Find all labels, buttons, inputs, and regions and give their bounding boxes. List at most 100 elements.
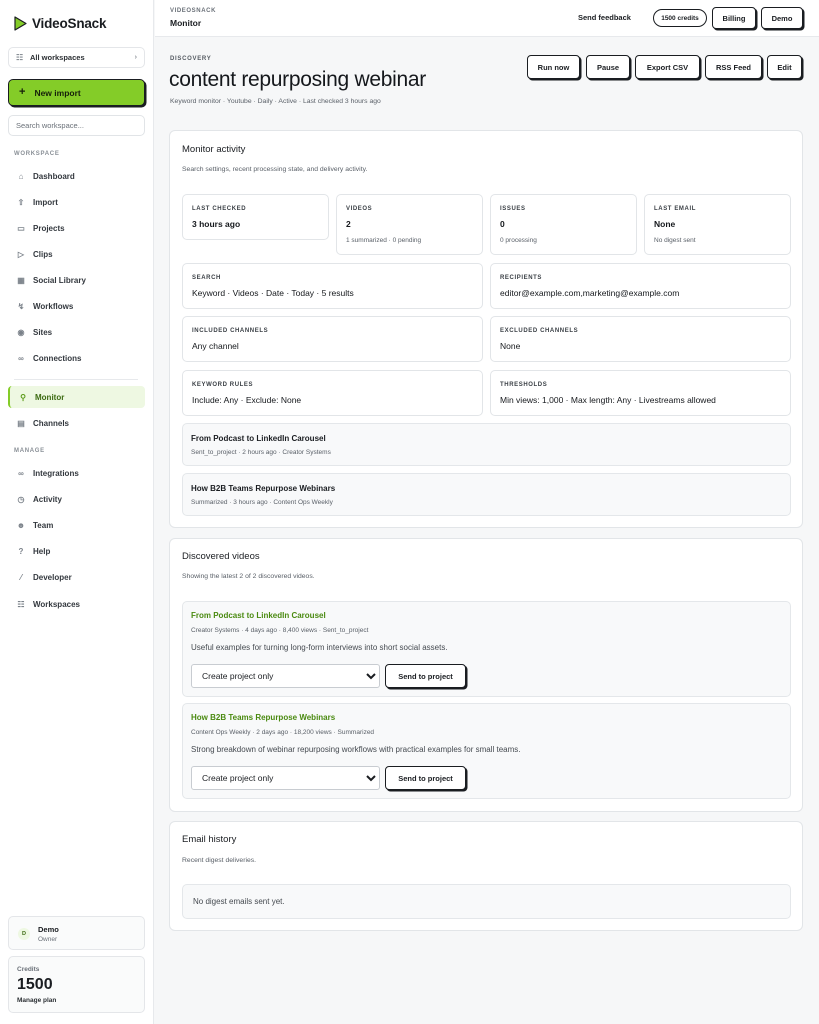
help-icon: ? xyxy=(18,547,24,557)
globe-icon: ◉ xyxy=(17,327,25,337)
sidebar: VideoSnack ☷ All workspaces › + New impo… xyxy=(0,0,154,1024)
new-import-button[interactable]: + New import xyxy=(8,79,145,106)
project-action-select[interactable]: Create project only xyxy=(191,766,380,790)
user-menu-button[interactable]: Demo xyxy=(761,7,803,29)
panel-title: Discovered videos xyxy=(182,551,260,562)
stat-label: ISSUES xyxy=(500,206,526,212)
panel-title: Email history xyxy=(182,834,237,845)
video-card: How B2B Teams Repurpose Webinars Content… xyxy=(182,703,791,799)
recent-activity-title: How B2B Teams Repurpose Webinars xyxy=(191,484,336,493)
section-workspace-label: WORKSPACE xyxy=(14,151,60,157)
detail-label: INCLUDED CHANNELS xyxy=(192,328,269,334)
stat-issues: ISSUES 0 0 processing xyxy=(490,194,637,255)
upload-icon: ⇧ xyxy=(17,197,25,207)
detail-label: THRESHOLDS xyxy=(500,382,548,388)
recent-activity-item[interactable]: How B2B Teams Repurpose Webinars Summari… xyxy=(182,473,791,516)
detail-excluded-channels: EXCLUDED CHANNELS None xyxy=(490,316,791,362)
project-action-select[interactable]: Create project only xyxy=(191,664,380,688)
stat-last-email: LAST EMAIL None No digest sent xyxy=(644,194,791,255)
sidebar-item-developer[interactable]: ⁄ Developer xyxy=(8,567,145,589)
sidebar-item-clips[interactable]: ▷ Clips xyxy=(8,243,145,265)
sidebar-item-label: Activity xyxy=(33,494,62,504)
detail-recipients: RECIPIENTS editor@example.com,marketing@… xyxy=(490,263,791,309)
sidebar-item-label: Monitor xyxy=(35,392,65,402)
detail-search: SEARCH Keyword · Videos · Date · Today ·… xyxy=(182,263,483,309)
sidebar-item-label: Sites xyxy=(33,327,53,337)
stat-label: LAST CHECKED xyxy=(192,206,247,212)
empty-state: No digest emails sent yet. xyxy=(182,884,791,919)
stat-meta: No digest sent xyxy=(654,237,696,244)
video-title-link[interactable]: How B2B Teams Repurpose Webinars xyxy=(191,713,335,722)
stat-videos: VIDEOS 2 1 summarized · 0 pending xyxy=(336,194,483,255)
video-icon: ▷ xyxy=(17,249,25,259)
detail-label: EXCLUDED CHANNELS xyxy=(500,328,579,334)
run-now-button[interactable]: Run now xyxy=(527,55,580,79)
stat-meta: 1 summarized · 0 pending xyxy=(346,237,422,244)
user-card[interactable]: D Demo Owner xyxy=(8,916,145,950)
recent-activity-item[interactable]: From Podcast to LinkedIn Carousel Sent_t… xyxy=(182,423,791,466)
detail-label: KEYWORD RULES xyxy=(192,382,254,388)
sidebar-item-label: Team xyxy=(33,520,54,530)
link-icon: ∞ xyxy=(18,468,24,478)
sidebar-item-help[interactable]: ? Help xyxy=(8,541,145,563)
sidebar-item-dashboard[interactable]: ⌂ Dashboard xyxy=(8,165,145,187)
sidebar-item-label: Integrations xyxy=(33,468,79,478)
sidebar-item-label: Clips xyxy=(33,249,53,259)
sidebar-item-integrations[interactable]: ∞ Integrations xyxy=(8,462,145,484)
grid-icon: ▦ xyxy=(17,275,25,285)
sidebar-item-label: Social Library xyxy=(33,275,86,285)
detail-value: Min views: 1,000 · Max length: Any · Liv… xyxy=(500,395,716,405)
export-csv-button[interactable]: Export CSV xyxy=(635,55,700,79)
workspace-select[interactable]: ☷ All workspaces › xyxy=(8,47,145,68)
stat-label: LAST EMAIL xyxy=(654,206,696,212)
sidebar-item-label: Dashboard xyxy=(33,171,75,181)
empty-state-text: No digest emails sent yet. xyxy=(193,897,285,906)
sidebar-item-workspaces[interactable]: ☷ Workspaces xyxy=(8,593,145,615)
video-description: Useful examples for turning long-form in… xyxy=(191,643,448,652)
home-icon: ⌂ xyxy=(18,171,24,181)
monitor-activity-panel: Monitor activity Search settings, recent… xyxy=(169,130,803,528)
search-icon: ⚲ xyxy=(20,392,26,402)
manage-plan-link[interactable]: Manage plan xyxy=(17,997,56,1004)
detail-value: Any channel xyxy=(192,341,239,351)
edit-button[interactable]: Edit xyxy=(767,55,802,79)
send-feedback-link[interactable]: Send feedback xyxy=(578,13,631,22)
detail-label: RECIPIENTS xyxy=(500,275,543,281)
sidebar-item-social-library[interactable]: ▦ Social Library xyxy=(8,269,145,291)
sidebar-item-activity[interactable]: ◷ Activity xyxy=(8,488,145,510)
rss-feed-button[interactable]: RSS Feed xyxy=(705,55,762,79)
credits-pill: 1500 credits xyxy=(653,9,707,27)
sidebar-item-connections[interactable]: ∞ Connections xyxy=(8,347,145,369)
sidebar-item-monitor[interactable]: ⚲ Monitor xyxy=(8,386,145,408)
video-meta: Creator Systems · 4 days ago · 8,400 vie… xyxy=(191,627,369,634)
stat-value: 3 hours ago xyxy=(192,219,241,229)
sidebar-item-sites[interactable]: ◉ Sites xyxy=(8,321,145,343)
panel-subtitle: Search settings, recent processing state… xyxy=(182,166,368,173)
video-meta: Content Ops Weekly · 2 days ago · 18,200… xyxy=(191,729,375,736)
video-description: Strong breakdown of webinar repurposing … xyxy=(191,745,521,754)
logo-icon xyxy=(14,15,27,31)
video-title-link[interactable]: From Podcast to LinkedIn Carousel xyxy=(191,611,326,620)
detail-keyword-rules: KEYWORD RULES Include: Any · Exclude: No… xyxy=(182,370,483,416)
sidebar-item-team[interactable]: ☻ Team xyxy=(8,514,145,536)
video-card: From Podcast to LinkedIn Carousel Creato… xyxy=(182,601,791,697)
app-logo[interactable]: VideoSnack xyxy=(14,14,106,32)
discovered-videos-panel: Discovered videos Showing the latest 2 o… xyxy=(169,538,803,812)
recent-activity-meta: Sent_to_project · 2 hours ago · Creator … xyxy=(191,449,331,456)
user-role: Owner xyxy=(38,936,58,943)
workspace-search-input[interactable] xyxy=(8,115,145,136)
send-to-project-button[interactable]: Send to project xyxy=(385,766,466,790)
chart-icon: ▤ xyxy=(17,418,25,428)
breadcrumb-app: VIDEOSNACK xyxy=(170,8,217,14)
sidebar-item-projects[interactable]: ▭ Projects xyxy=(8,217,145,239)
detail-included-channels: INCLUDED CHANNELS Any channel xyxy=(182,316,483,362)
sidebar-item-channels[interactable]: ▤ Channels xyxy=(8,412,145,434)
sidebar-item-import[interactable]: ⇧ Import xyxy=(8,191,145,213)
pause-button[interactable]: Pause xyxy=(586,55,630,79)
sidebar-divider xyxy=(14,379,138,380)
section-manage-label: MANAGE xyxy=(14,448,45,454)
billing-button[interactable]: Billing xyxy=(712,7,756,29)
detail-value: Keyword · Videos · Date · Today · 5 resu… xyxy=(192,288,354,298)
send-to-project-button[interactable]: Send to project xyxy=(385,664,466,688)
sidebar-item-workflows[interactable]: ↯ Workflows xyxy=(8,295,145,317)
